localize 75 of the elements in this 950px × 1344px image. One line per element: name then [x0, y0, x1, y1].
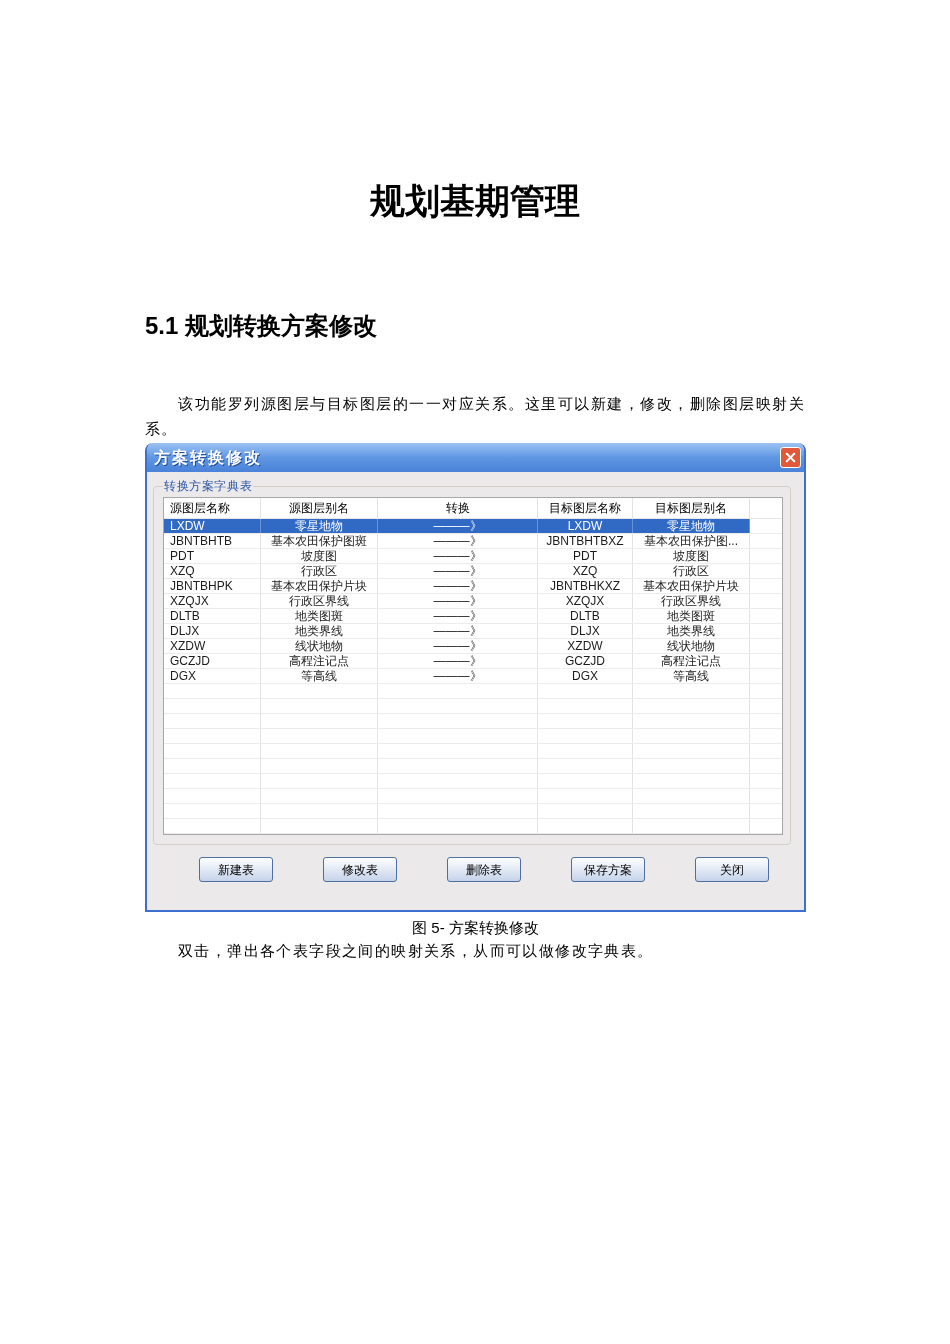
table-cell: 基本农田保护图斑 [261, 534, 378, 548]
table-row[interactable]: LXDW 零星地物 ———》 LXDW 零星地物 [164, 519, 750, 533]
table-cell: ———》 [378, 669, 538, 683]
table-cell: ———》 [378, 624, 538, 638]
table-cell: ———》 [378, 639, 538, 653]
table-cell: 坡度图 [261, 549, 378, 563]
table-cell: DGX [164, 669, 261, 683]
close-button[interactable]: 关闭 [695, 857, 769, 882]
column-header[interactable]: 目标图层名称 [538, 498, 633, 518]
table-cell: JBNTBHTB [164, 534, 261, 548]
table-cell: PDT [538, 549, 633, 563]
table-cell: 线状地物 [633, 639, 750, 653]
table-cell: DLTB [164, 609, 261, 623]
table-cell: LXDW [164, 519, 261, 533]
table-cell: 高程注记点 [261, 654, 378, 668]
table-cell: 基本农田保护片块 [633, 579, 750, 593]
table-cell: DLTB [538, 609, 633, 623]
table-cell: XZQ [538, 564, 633, 578]
table-cell: ———》 [378, 609, 538, 623]
table-cell: 线状地物 [261, 639, 378, 653]
table-cell: XZDW [538, 639, 633, 653]
table-cell: 行政区界线 [633, 594, 750, 608]
table-cell: 基本农田保护片块 [261, 579, 378, 593]
table-cell: ———》 [378, 579, 538, 593]
table-cell: LXDW [538, 519, 633, 533]
table-cell: DLJX [164, 624, 261, 638]
table-cell: 地类界线 [261, 624, 378, 638]
table-cell: 行政区 [633, 564, 750, 578]
table-cell: DGX [538, 669, 633, 683]
table-cell: XZDW [164, 639, 261, 653]
table-cell: 高程注记点 [633, 654, 750, 668]
table-cell: PDT [164, 549, 261, 563]
delete-table-button[interactable]: 删除表 [447, 857, 521, 882]
table-cell: 行政区 [261, 564, 378, 578]
table-cell: 零星地物 [633, 519, 750, 533]
table-cell: JBNTBHPK [164, 579, 261, 593]
table-cell: XZQ [164, 564, 261, 578]
table-cell: ———》 [378, 534, 538, 548]
table-cell: JBNTBHKXZ [538, 579, 633, 593]
window-close-button[interactable] [780, 447, 801, 468]
table-cell: ———》 [378, 594, 538, 608]
close-icon [783, 450, 798, 465]
column-header[interactable]: 转换 [378, 498, 538, 518]
table-cell: 地类图斑 [633, 609, 750, 623]
column-header[interactable]: 源图层名称 [164, 498, 261, 518]
table-cell: ———》 [378, 549, 538, 563]
table-cell: XZQJX [164, 594, 261, 608]
table-cell: ———》 [378, 654, 538, 668]
intro-paragraph: 该功能罗列源图层与目标图层的一一对应关系。这里可以新建，修改，删除图层映射关系。 [145, 395, 805, 439]
save-scheme-button[interactable]: 保存方案 [571, 857, 645, 882]
group-label: 转换方案字典表 [163, 479, 254, 493]
table-cell: 等高线 [261, 669, 378, 683]
table-cell: ———》 [378, 519, 538, 533]
section-heading: 5.1 规划转换方案修改 [145, 311, 379, 341]
table-cell: GCZJD [164, 654, 261, 668]
table-cell: 地类界线 [633, 624, 750, 638]
table-cell: 坡度图 [633, 549, 750, 563]
new-table-button[interactable]: 新建表 [199, 857, 273, 882]
table-cell: ———》 [378, 564, 538, 578]
table-cell: 行政区界线 [261, 594, 378, 608]
table-cell: 零星地物 [261, 519, 378, 533]
table-cell: 等高线 [633, 669, 750, 683]
table-cell: GCZJD [538, 654, 633, 668]
page-title: 规划基期管理 [369, 180, 581, 221]
body-paragraph: 双击，弹出各个表字段之间的映射关系，从而可以做修改字典表。 [177, 942, 655, 961]
dialog-title: 方案转换修改 [154, 447, 262, 468]
edit-table-button[interactable]: 修改表 [323, 857, 397, 882]
table-cell: 地类图斑 [261, 609, 378, 623]
table-cell: 基本农田保护图... [633, 534, 750, 548]
figure-caption: 图 5- 方案转换修改 [411, 919, 540, 937]
column-header[interactable]: 目标图层别名 [633, 498, 750, 518]
table-cell: DLJX [538, 624, 633, 638]
table-cell: XZQJX [538, 594, 633, 608]
column-header[interactable]: 源图层别名 [261, 498, 378, 518]
table-cell: JBNTBHTBXZ [538, 534, 633, 548]
